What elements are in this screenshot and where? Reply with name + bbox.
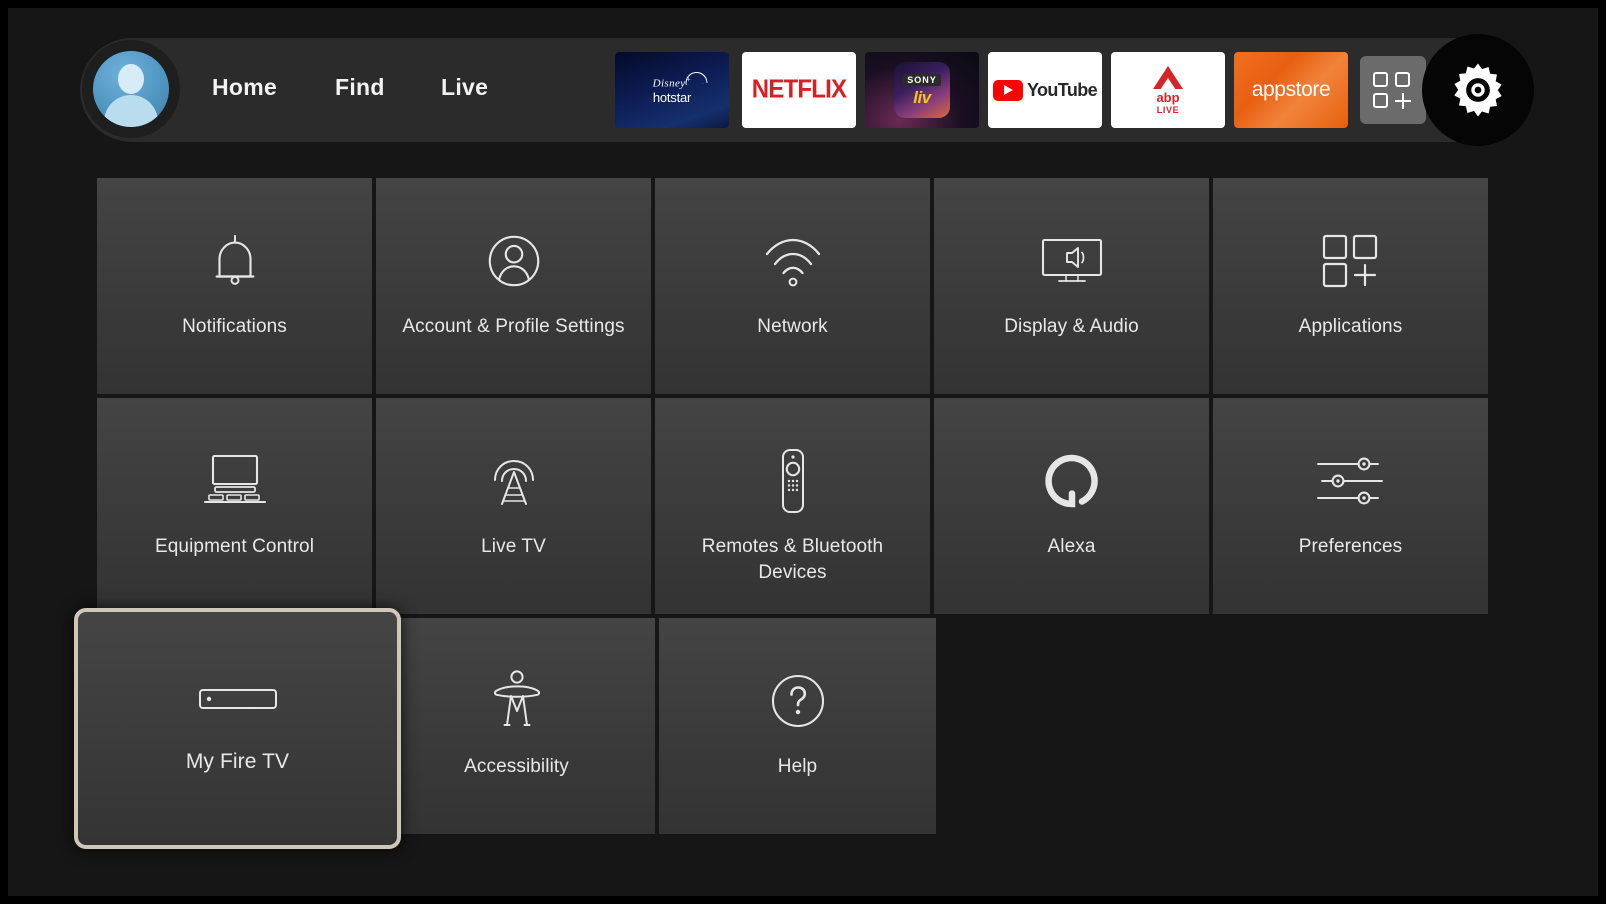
- tile-label: Preferences: [1298, 536, 1403, 557]
- tile-label: Account & Profile Settings: [402, 316, 625, 337]
- question-circle-icon: [768, 668, 828, 734]
- disney-hotstar-app-icon[interactable]: Disney+ hotstar: [615, 52, 729, 128]
- tile-network[interactable]: Network: [655, 178, 930, 394]
- tile-equipment-control[interactable]: Equipment Control: [97, 398, 372, 614]
- broadcast-tower-icon: [481, 448, 547, 514]
- nav-item-find[interactable]: Find: [335, 74, 385, 101]
- tile-label: Alexa: [1047, 536, 1096, 557]
- avatar-image: [93, 51, 169, 127]
- bell-icon: [204, 228, 266, 294]
- hotstar-disney-wordmark: Disney+: [653, 70, 708, 89]
- apps-grid-icon: [1320, 228, 1382, 294]
- avatar-body: [104, 95, 158, 127]
- tile-label: Network: [757, 316, 828, 337]
- tile-label: Notifications: [182, 316, 287, 337]
- tv-equipment-icon: [199, 448, 271, 514]
- youtube-wordmark: YouTube: [1026, 79, 1098, 100]
- tile-accessibility[interactable]: Accessibility: [378, 618, 655, 834]
- person-circle-icon: [483, 228, 545, 294]
- apps-grid-icon[interactable]: [1360, 56, 1426, 124]
- tile-label: Remotes & Bluetooth Devices: [701, 536, 884, 583]
- grid-square-2: [1395, 72, 1410, 87]
- nav-item-home[interactable]: Home: [212, 74, 277, 101]
- tile-my-fire-tv-selected[interactable]: My Fire TV: [74, 608, 401, 849]
- abp-live-label: LIVE: [1156, 104, 1180, 115]
- netflix-wordmark: NETFLIX: [751, 74, 847, 105]
- youtube-app-icon[interactable]: YouTube: [988, 52, 1102, 128]
- tile-account-profile-settings[interactable]: Account & Profile Settings: [376, 178, 651, 394]
- sony-liv-badge: SONY liv: [894, 62, 950, 118]
- alexa-ring-icon: [1044, 448, 1100, 514]
- youtube-play-icon: [992, 79, 1023, 101]
- grid-square-3: [1373, 93, 1388, 108]
- appstore-app-icon[interactable]: appstore: [1234, 52, 1348, 128]
- tile-help[interactable]: Help: [659, 618, 936, 834]
- abp-live-app-icon[interactable]: abp LIVE: [1111, 52, 1225, 128]
- tile-label: Equipment Control: [154, 536, 315, 557]
- tile-live-tv[interactable]: Live TV: [376, 398, 651, 614]
- fire-tv-settings-screen: Home Find Live Disney+ hotstar NETFLIX S…: [0, 0, 1606, 904]
- sony-liv-app-icon[interactable]: SONY liv: [865, 52, 979, 128]
- tile-label: Live TV: [481, 536, 546, 557]
- sony-wordmark: SONY: [903, 74, 941, 86]
- tile-alexa[interactable]: Alexa: [934, 398, 1209, 614]
- wifi-icon: [760, 228, 826, 294]
- netflix-app-icon[interactable]: NETFLIX: [742, 52, 856, 128]
- avatar-head: [118, 64, 144, 94]
- tile-label: My Fire TV: [185, 750, 290, 773]
- hotstar-wordmark: hotstar: [652, 90, 692, 106]
- liv-wordmark: liv: [913, 88, 931, 107]
- tile-label: Display & Audio: [1004, 316, 1139, 337]
- tile-row-1: Notifications Account & Profile Settings: [97, 178, 1488, 394]
- tv-speaker-icon: [1035, 228, 1109, 294]
- tile-remotes-bluetooth-devices[interactable]: Remotes & Bluetooth Devices: [655, 398, 930, 614]
- abp-arrow-icon: [1153, 65, 1183, 90]
- tile-row-2: Equipment Control Live TV Remotes & Blue…: [97, 398, 1488, 614]
- grid-square-1: [1373, 72, 1388, 87]
- tile-applications[interactable]: Applications: [1213, 178, 1488, 394]
- tile-notifications[interactable]: Notifications: [97, 178, 372, 394]
- appstore-wordmark: appstore: [1251, 78, 1331, 101]
- remote-control-icon: [776, 448, 810, 514]
- tile-display-audio[interactable]: Display & Audio: [934, 178, 1209, 394]
- sliders-icon: [1314, 448, 1388, 514]
- fire-tv-stick-icon: [198, 680, 278, 720]
- grid-plus-vertical: [1401, 93, 1405, 109]
- profile-avatar[interactable]: [82, 40, 180, 138]
- tile-label: Applications: [1298, 316, 1403, 337]
- hotstar-arc-decoration: [684, 70, 708, 85]
- gear-icon[interactable]: [1422, 34, 1534, 146]
- abp-wordmark: abp: [1156, 89, 1180, 105]
- tile-preferences[interactable]: Preferences: [1213, 398, 1488, 614]
- tile-label: Help: [777, 756, 818, 777]
- tile-label: Accessibility: [464, 756, 569, 777]
- accessibility-person-icon: [490, 668, 544, 734]
- nav-item-live[interactable]: Live: [441, 74, 488, 101]
